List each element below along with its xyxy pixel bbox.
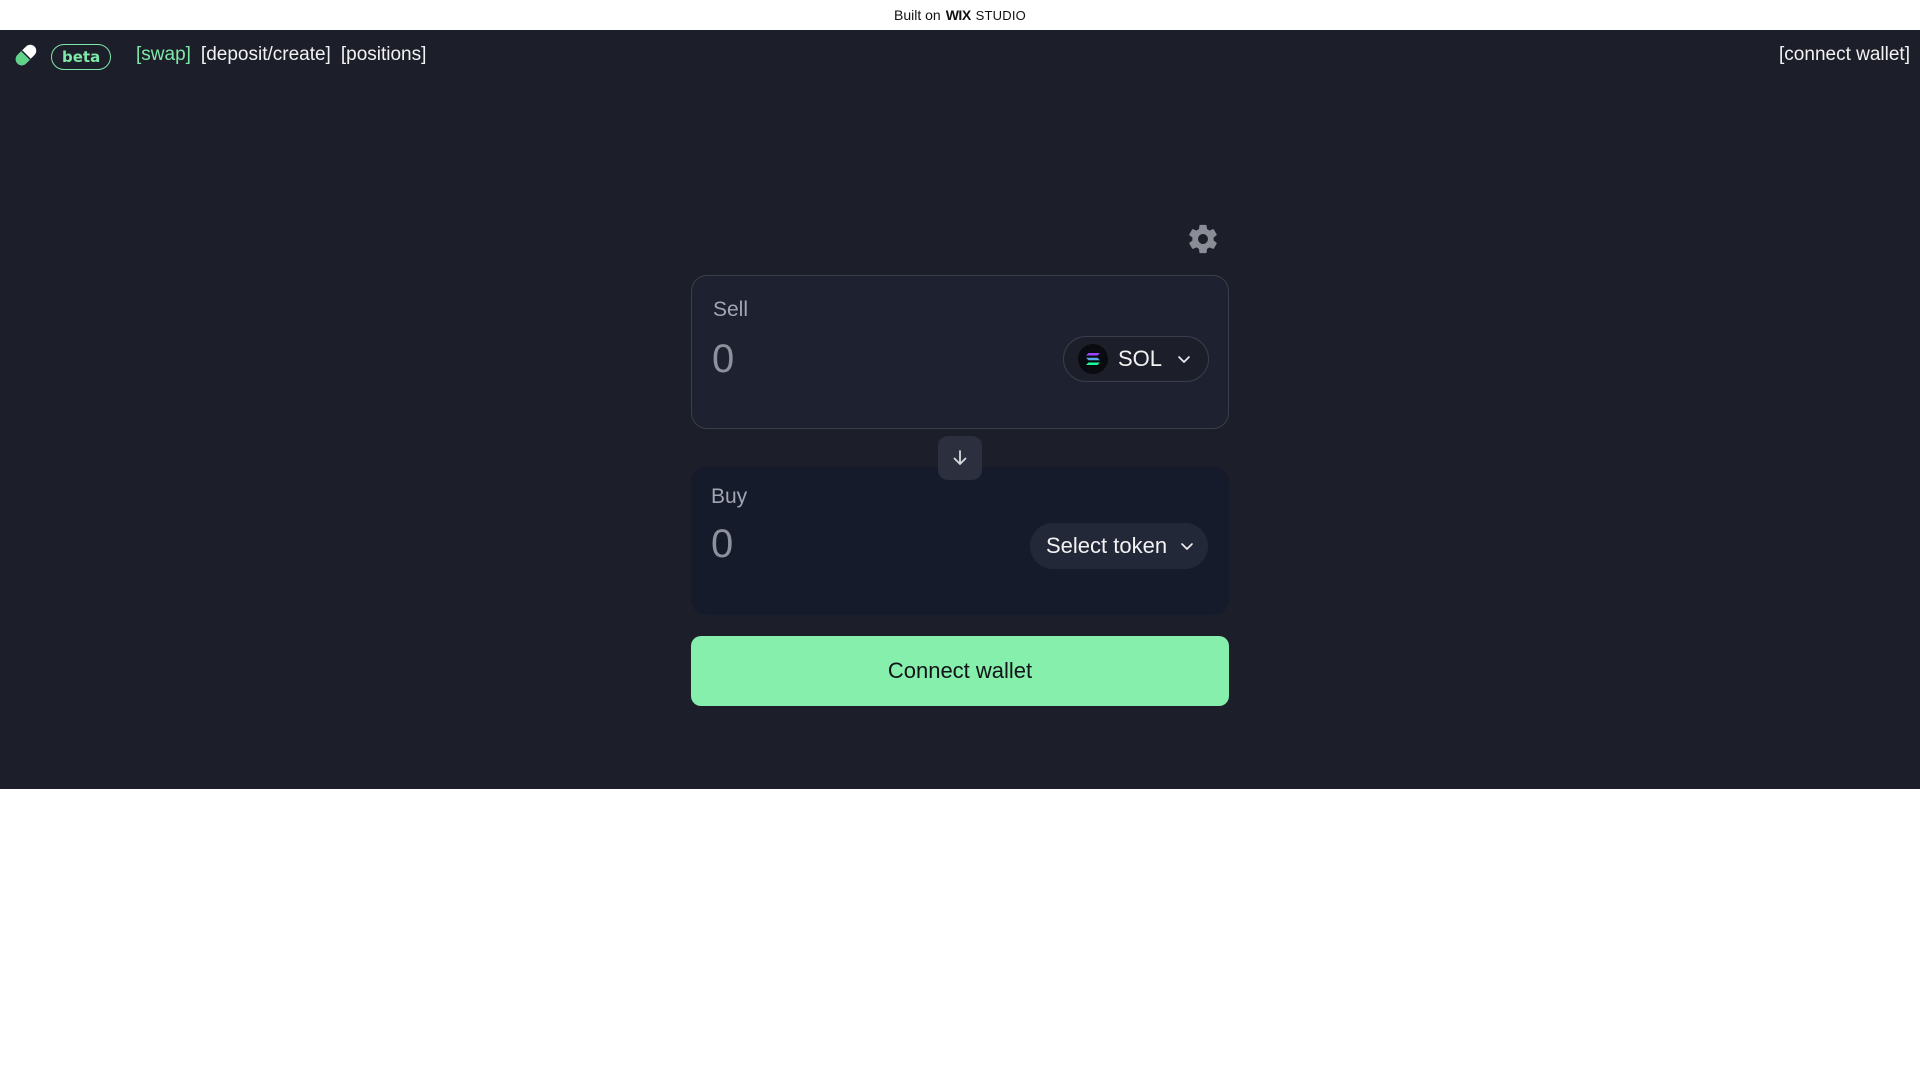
pill-icon[interactable] (11, 40, 41, 70)
arrow-down-icon (953, 450, 967, 465)
chevron-down-icon (1181, 543, 1193, 550)
wix-banner[interactable]: Built on WIX STUDIO (0, 0, 1920, 30)
buy-label: Buy (711, 485, 748, 508)
app: beta [swap] [deposit/create] [positions]… (0, 30, 1920, 789)
chevron-down-icon (1178, 356, 1190, 363)
sell-amount-input[interactable] (712, 334, 1012, 384)
flip-tokens-button[interactable] (938, 436, 982, 480)
buy-token-select[interactable]: Select token (1030, 523, 1208, 569)
sell-token-label: SOL (1118, 346, 1163, 371)
nav-deposit-create[interactable]: [deposit/create] (201, 44, 331, 66)
main-nav: [swap] [deposit/create] [positions] (136, 44, 426, 66)
gear-icon[interactable] (1186, 222, 1220, 256)
solana-icon (1078, 344, 1108, 374)
buy-token-label: Select token (1046, 533, 1168, 558)
nav-positions[interactable]: [positions] (341, 44, 427, 66)
nav-swap[interactable]: [swap] (136, 44, 191, 66)
buy-panel: Buy Select token (691, 467, 1229, 615)
connect-wallet-link[interactable]: [connect wallet] (1779, 44, 1910, 66)
buy-amount-input[interactable] (711, 519, 1011, 569)
sell-label: Sell (713, 298, 749, 321)
sell-token-select[interactable]: SOL (1063, 336, 1209, 382)
studio-text: STUDIO (975, 7, 1026, 23)
built-on-text: Built on (894, 7, 941, 23)
connect-wallet-button[interactable]: Connect wallet (691, 636, 1229, 706)
header: beta [swap] [deposit/create] [positions]… (0, 30, 1920, 82)
wix-logo: WIX (945, 7, 971, 23)
beta-badge: beta (51, 44, 112, 70)
sell-panel: Sell SOL (691, 275, 1229, 429)
